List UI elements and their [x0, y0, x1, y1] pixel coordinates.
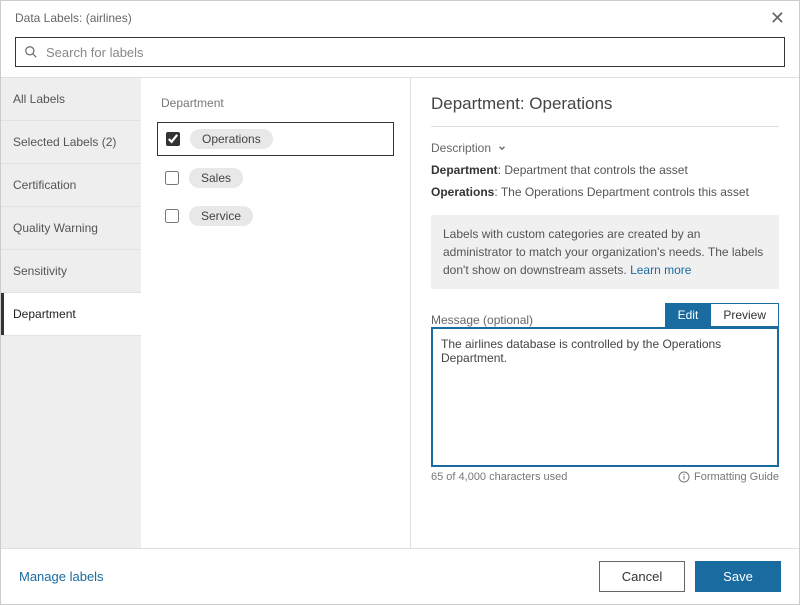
description-toggle[interactable]: Description — [431, 141, 779, 155]
message-header: Message (optional) Edit Preview — [431, 303, 779, 327]
label-pill: Service — [189, 206, 253, 226]
category-desc-text: Department that controls the asset — [504, 163, 687, 177]
detail-title: Department: Operations — [431, 94, 779, 127]
label-row-operations[interactable]: Operations — [157, 122, 394, 156]
message-label: Message (optional) — [431, 313, 533, 327]
label-pill: Sales — [189, 168, 243, 188]
sidebar-fill — [1, 336, 141, 548]
label-checkbox[interactable] — [166, 132, 180, 146]
labels-panel-title: Department — [157, 96, 394, 110]
footer-buttons: Cancel Save — [599, 561, 781, 592]
label-description: Operations: The Operations Department co… — [431, 185, 779, 199]
char-count: 65 of 4,000 characters used — [431, 471, 567, 483]
category-description: Department: Department that controls the… — [431, 163, 779, 177]
dialog-header: Data Labels: (airlines) ✕ — [1, 1, 799, 33]
sidebar-item-label: Certification — [13, 178, 76, 192]
learn-more-link[interactable]: Learn more — [630, 263, 691, 277]
data-labels-dialog: Data Labels: (airlines) ✕ All Labels Sel… — [0, 0, 800, 605]
cancel-button[interactable]: Cancel — [599, 561, 685, 592]
info-box: Labels with custom categories are create… — [431, 215, 779, 289]
detail-panel: Department: Operations Description Depar… — [411, 78, 799, 548]
label-row-service[interactable]: Service — [157, 200, 394, 232]
manage-labels-link[interactable]: Manage labels — [19, 569, 104, 584]
chevron-down-icon — [497, 143, 507, 153]
category-name: Department — [431, 163, 498, 177]
sidebar-item-label: Sensitivity — [13, 264, 67, 278]
edit-preview-toggle: Edit Preview — [665, 303, 779, 327]
sidebar-item-certification[interactable]: Certification — [1, 164, 141, 207]
sidebar-item-label: Quality Warning — [13, 221, 98, 235]
label-name: Operations — [431, 185, 494, 199]
sidebar-item-selected-labels[interactable]: Selected Labels (2) — [1, 121, 141, 164]
search-input[interactable] — [38, 45, 776, 60]
dialog-content: All Labels Selected Labels (2) Certifica… — [1, 77, 799, 548]
sidebar-item-department[interactable]: Department — [1, 293, 141, 336]
formatting-guide-text: Formatting Guide — [694, 471, 779, 483]
description-label: Description — [431, 141, 491, 155]
labels-panel: Department Operations Sales Service — [141, 78, 411, 548]
search-icon — [24, 45, 38, 59]
label-checkbox[interactable] — [165, 209, 179, 223]
preview-tab[interactable]: Preview — [710, 303, 779, 327]
label-desc-text: The Operations Department controls this … — [501, 185, 749, 199]
dialog-footer: Manage labels Cancel Save — [1, 548, 799, 604]
search-box[interactable] — [15, 37, 785, 67]
save-button[interactable]: Save — [695, 561, 781, 592]
info-text: Labels with custom categories are create… — [443, 227, 763, 277]
close-icon[interactable]: ✕ — [770, 9, 785, 27]
label-row-sales[interactable]: Sales — [157, 162, 394, 194]
formatting-guide-link[interactable]: Formatting Guide — [678, 471, 779, 483]
sidebar-item-label: Department — [13, 307, 76, 321]
sidebar-item-label: All Labels — [13, 92, 65, 106]
search-row — [1, 33, 799, 77]
sidebar-item-label: Selected Labels (2) — [13, 135, 116, 149]
edit-tab[interactable]: Edit — [665, 303, 711, 327]
sidebar-list: All Labels Selected Labels (2) Certifica… — [1, 78, 141, 336]
message-footer: 65 of 4,000 characters used Formatting G… — [431, 471, 779, 483]
label-checkbox[interactable] — [165, 171, 179, 185]
label-pill: Operations — [190, 129, 273, 149]
info-icon — [678, 471, 690, 483]
sidebar-item-quality-warning[interactable]: Quality Warning — [1, 207, 141, 250]
sidebar-item-all-labels[interactable]: All Labels — [1, 78, 141, 121]
message-textarea[interactable] — [431, 327, 779, 467]
sidebar: All Labels Selected Labels (2) Certifica… — [1, 78, 141, 548]
sidebar-item-sensitivity[interactable]: Sensitivity — [1, 250, 141, 293]
dialog-title: Data Labels: (airlines) — [15, 11, 132, 25]
